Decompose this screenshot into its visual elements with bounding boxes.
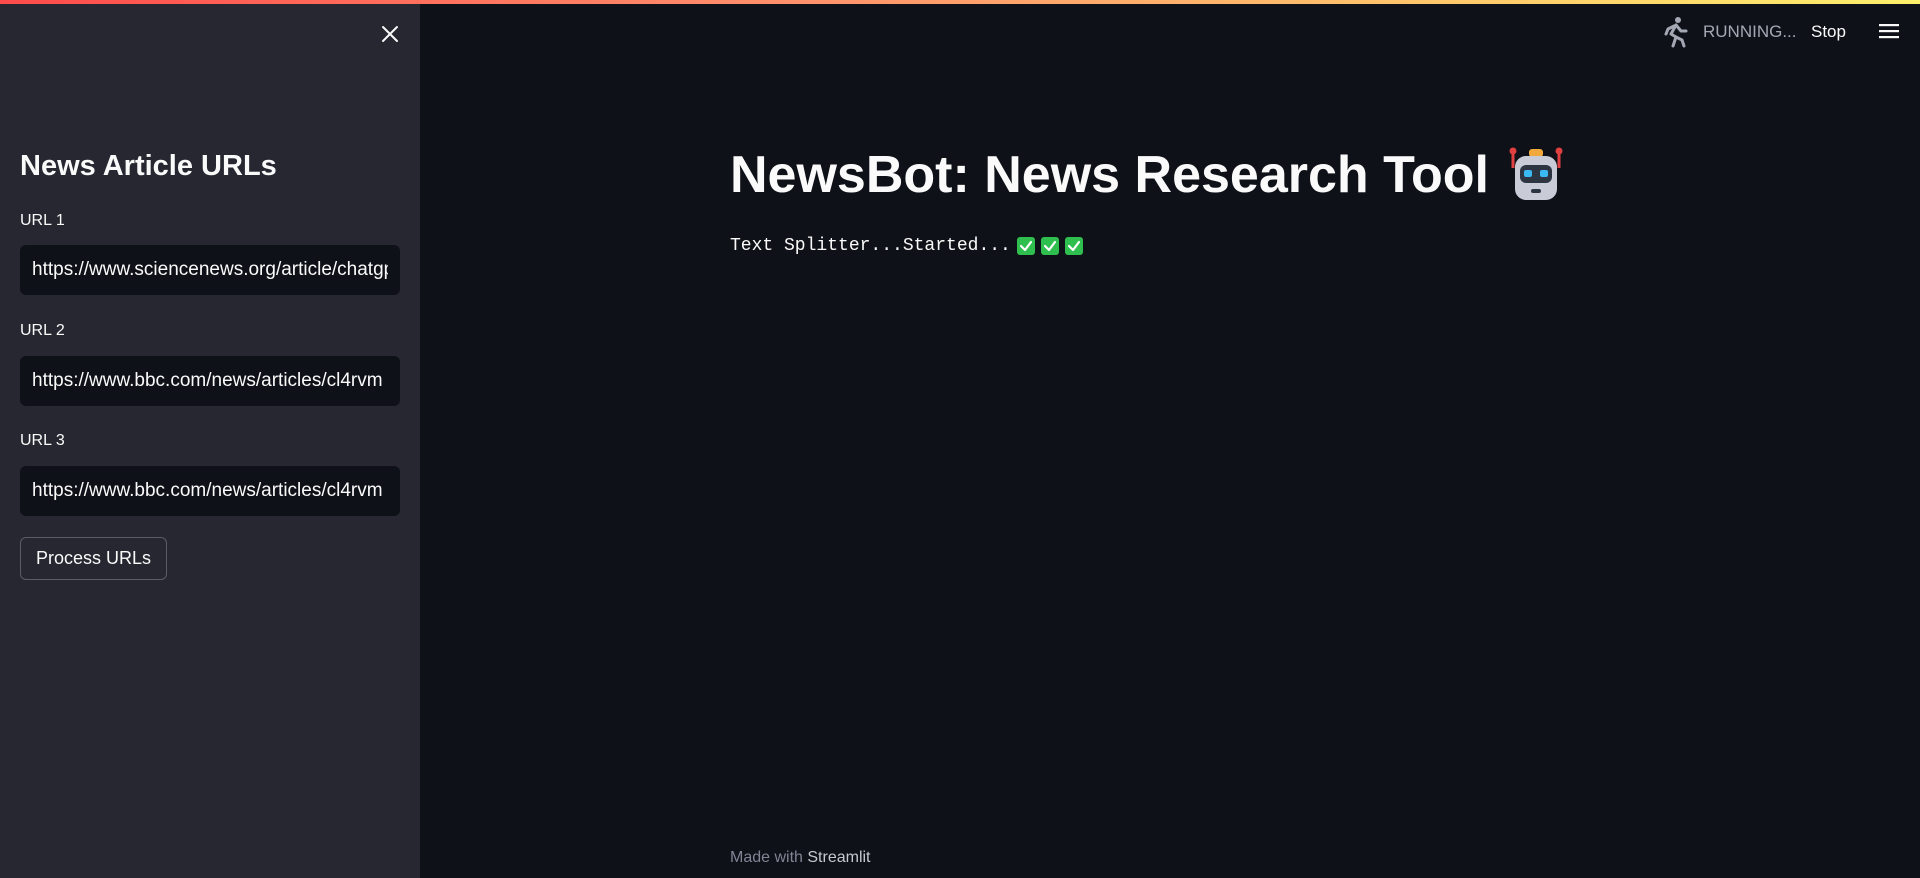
running-person-icon [1660, 16, 1690, 53]
url-3-input[interactable] [20, 466, 400, 516]
sidebar-close-button[interactable] [374, 20, 406, 52]
url-2-label: URL 2 [20, 322, 65, 339]
sidebar-title: News Article URLs [20, 150, 277, 182]
page-title-text: NewsBot: News Research Tool [730, 146, 1490, 204]
footer-streamlit-link[interactable]: Streamlit [807, 849, 870, 866]
top-decoration-bar [0, 0, 1920, 4]
check-icon [1040, 237, 1059, 255]
hamburger-menu-icon[interactable] [1878, 22, 1902, 44]
url-1-label: URL 1 [20, 212, 65, 229]
close-icon [381, 25, 399, 48]
robot-icon [1507, 146, 1565, 204]
page-title: NewsBot: News Research Tool [730, 145, 1565, 205]
status-message-text: Text Splitter...Started... [730, 236, 1011, 256]
process-urls-button[interactable]: Process URLs [20, 537, 168, 580]
footer-prefix: Made with [730, 849, 803, 866]
footer: Made with Streamlit [730, 849, 871, 867]
check-icon [1064, 237, 1083, 255]
running-status-text: RUNNING... [1703, 22, 1797, 41]
sidebar: News Article URLs URL 1 URL 2 URL 3 Proc… [0, 0, 420, 878]
stop-button[interactable]: Stop [1811, 22, 1846, 42]
check-icon [1016, 237, 1035, 255]
url-2-input[interactable] [20, 356, 400, 406]
url-3-label: URL 3 [20, 432, 65, 449]
status-message: Text Splitter...Started... [730, 236, 1083, 256]
url-1-input[interactable] [20, 245, 400, 295]
